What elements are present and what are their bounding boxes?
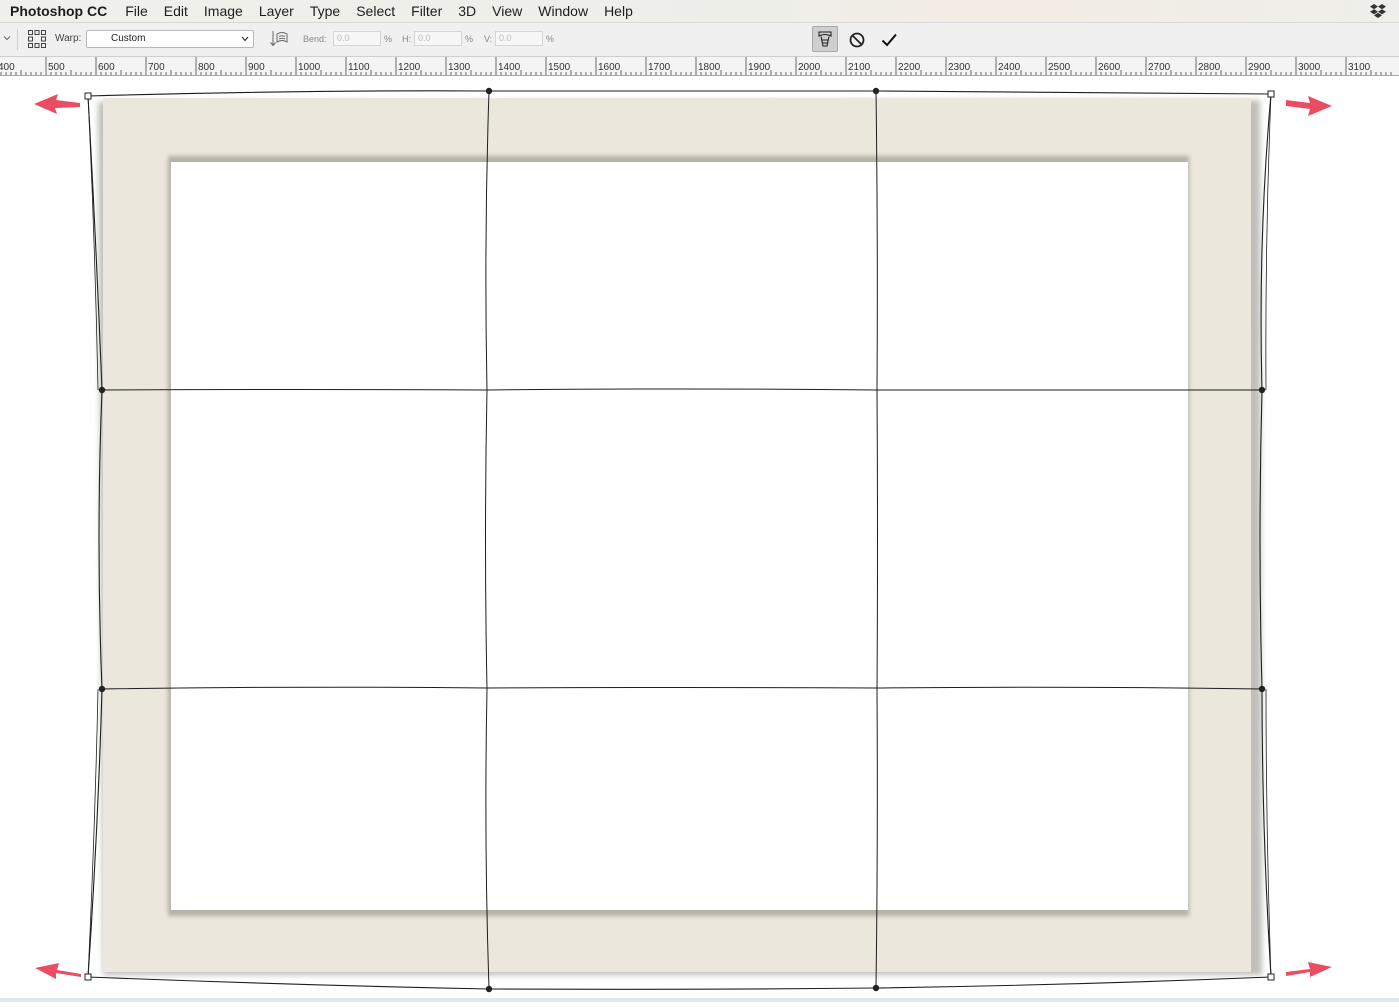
v-label: V: — [484, 34, 493, 44]
warp-corner-handle-top-left[interactable] — [84, 92, 92, 100]
chevron-down-icon — [241, 36, 249, 42]
ruler-label: 800 — [198, 62, 215, 73]
warp-control-point[interactable] — [872, 984, 880, 992]
ruler-label: 2900 — [1248, 62, 1271, 73]
v-percent: % — [546, 34, 555, 44]
warp-style-dropdown[interactable]: Custom — [86, 30, 254, 48]
menu-layer[interactable]: Layer — [251, 0, 302, 22]
drag-direction-arrow-bottom-left — [35, 963, 81, 979]
ruler-label: 700 — [148, 62, 165, 73]
ruler-label: 1700 — [648, 62, 671, 73]
ruler-label: 2600 — [1098, 62, 1121, 73]
bend-percent: % — [384, 34, 393, 44]
menu-window[interactable]: Window — [530, 0, 596, 22]
warp-corner-handle-bottom-right[interactable] — [1267, 973, 1275, 981]
h-label: H: — [402, 34, 411, 44]
ruler-label: 2200 — [898, 62, 921, 73]
warp-control-point[interactable] — [872, 87, 880, 95]
warp-canvas-svg[interactable] — [0, 76, 1399, 1002]
horizontal-ruler[interactable]: 400 500 600 700 800 900 1000 1100 1200 1300 1400 15… — [0, 57, 1399, 76]
ruler-label: 2300 — [948, 62, 971, 73]
ruler-label: 400 — [0, 62, 15, 73]
horizontal-distortion-input[interactable]: 0.0 — [414, 31, 462, 46]
ruler-label: 2000 — [798, 62, 821, 73]
drag-direction-arrow-top-right — [1286, 96, 1332, 116]
menu-view[interactable]: View — [484, 0, 530, 22]
ruler-label: 1800 — [698, 62, 721, 73]
warp-mode-toggle-button[interactable] — [812, 26, 838, 52]
drag-direction-arrow-top-left — [34, 94, 80, 114]
warp-control-point[interactable] — [98, 386, 106, 394]
ruler-ticks: 400 500 600 700 800 900 1000 1100 1200 1300 1400 15… — [0, 57, 1392, 75]
warp-grid-icon[interactable] — [27, 29, 47, 49]
chevron-down-icon[interactable] — [3, 34, 11, 42]
ruler-label: 2700 — [1148, 62, 1171, 73]
ruler-label: 1400 — [498, 62, 521, 73]
menu-filter[interactable]: Filter — [403, 0, 450, 22]
bend-label: Bend: — [303, 34, 327, 44]
ruler-label: 500 — [48, 62, 65, 73]
warp-control-point[interactable] — [1258, 386, 1266, 394]
warp-style-value: Custom — [111, 33, 146, 44]
ruler-label: 3100 — [1348, 62, 1371, 73]
ruler-label: 1300 — [448, 62, 471, 73]
ruler-label: 900 — [248, 62, 265, 73]
ruler-label: 1600 — [598, 62, 621, 73]
warp-bezier-guide — [1265, 93, 1272, 391]
ruler-label: 1500 — [548, 62, 571, 73]
document-bottom-edge — [0, 998, 1399, 1002]
options-bar: Warp: Custom Bend: 0.0 % H: 0.0 % V: 0.0… — [0, 23, 1399, 57]
menu-bar: Photoshop CC File Edit Image Layer Type … — [0, 0, 1399, 23]
ruler-label: 1000 — [298, 62, 321, 73]
menu-type[interactable]: Type — [302, 0, 348, 22]
menu-file[interactable]: File — [117, 0, 156, 22]
ruler-label: 2800 — [1198, 62, 1221, 73]
warp-corner-handle-top-right[interactable] — [1267, 90, 1275, 98]
warp-corner-handle-bottom-left[interactable] — [84, 973, 92, 981]
menu-image[interactable]: Image — [196, 0, 251, 22]
menu-select[interactable]: Select — [348, 0, 403, 22]
warp-control-point[interactable] — [1258, 685, 1266, 693]
ruler-label: 1100 — [348, 62, 370, 73]
warp-mode-toggle-icon — [818, 31, 832, 47]
warp-orientation-icon[interactable] — [268, 28, 290, 50]
warp-control-point[interactable] — [485, 985, 493, 993]
cancel-transform-icon[interactable] — [847, 30, 867, 50]
warp-control-point[interactable] — [98, 685, 106, 693]
frame-opening — [171, 162, 1188, 910]
ruler-label: 1200 — [398, 62, 421, 73]
ruler-label: 2100 — [848, 62, 871, 73]
warp-control-point[interactable] — [485, 87, 493, 95]
vertical-distortion-input[interactable]: 0.0 — [495, 31, 543, 46]
bend-input[interactable]: 0.0 — [333, 31, 381, 46]
menu-edit[interactable]: Edit — [156, 0, 196, 22]
app-name-menu[interactable]: Photoshop CC — [10, 3, 107, 19]
ruler-label: 600 — [98, 62, 115, 73]
drag-direction-arrow-bottom-right — [1286, 962, 1332, 977]
commit-transform-icon[interactable] — [879, 30, 899, 50]
toolbar-divider — [17, 29, 18, 50]
ruler-label: 3000 — [1298, 62, 1321, 73]
menu-3d[interactable]: 3D — [450, 0, 484, 22]
ruler-label: 2400 — [998, 62, 1021, 73]
ruler-label: 2500 — [1048, 62, 1071, 73]
warp-bezier-guide — [87, 95, 99, 391]
ruler-label: 1900 — [748, 62, 771, 73]
document-canvas[interactable] — [0, 76, 1399, 1002]
menu-help[interactable]: Help — [596, 0, 641, 22]
dropbox-icon[interactable] — [1369, 3, 1387, 19]
warp-label: Warp: — [55, 33, 82, 44]
h-percent: % — [465, 34, 474, 44]
